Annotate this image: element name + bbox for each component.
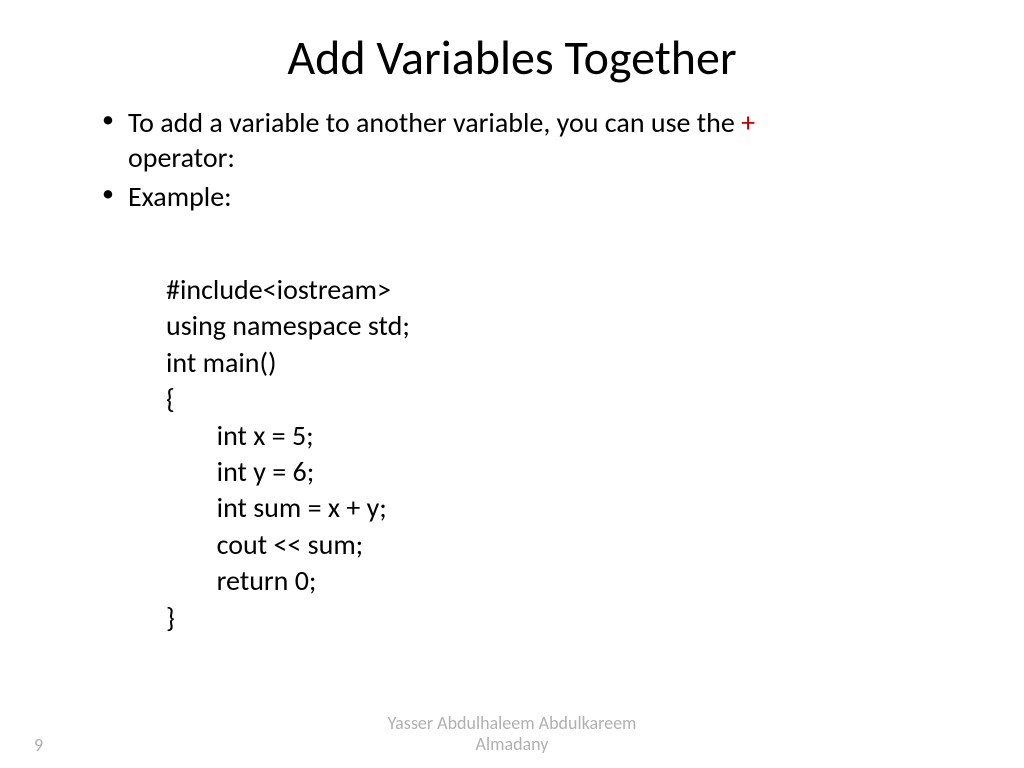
author-name-line1: Yasser Abdulhaleem Abdulkareem bbox=[0, 713, 1024, 735]
code-line-6: int y = 6; bbox=[217, 454, 315, 489]
code-line-1: #include<iostream> bbox=[166, 272, 391, 307]
bullet-text-2: Example: bbox=[128, 179, 232, 214]
code-line-8: cout << sum; bbox=[217, 527, 364, 562]
code-line-3: int main() bbox=[166, 345, 276, 380]
bullet-item-1: To add a variable to another variable, y… bbox=[98, 105, 964, 175]
slide-content: To add a variable to another variable, y… bbox=[0, 105, 1024, 636]
bullet-text-1a: To add a variable to another variable, y… bbox=[128, 105, 741, 140]
code-example: #include<iostream> using namespace std; … bbox=[98, 272, 964, 636]
code-line-4: { bbox=[166, 381, 175, 416]
code-line-10: } bbox=[166, 600, 175, 635]
code-line-7: int sum = x + y; bbox=[217, 490, 387, 525]
code-line-5: int x = 5; bbox=[217, 418, 314, 453]
page-number: 9 bbox=[34, 734, 43, 756]
footer-author: Yasser Abdulhaleem Abdulkareem Almadany bbox=[0, 713, 1024, 756]
code-line-2: using namespace std; bbox=[166, 308, 410, 343]
bullet-list: To add a variable to another variable, y… bbox=[98, 105, 964, 214]
plus-operator: + bbox=[741, 105, 755, 140]
slide-title: Add Variables Together bbox=[0, 0, 1024, 105]
bullet-item-2: Example: bbox=[98, 179, 964, 214]
author-name-line2: Almadany bbox=[0, 734, 1024, 756]
bullet-text-1b: operator: bbox=[128, 140, 235, 175]
code-line-9: return 0; bbox=[217, 563, 317, 598]
